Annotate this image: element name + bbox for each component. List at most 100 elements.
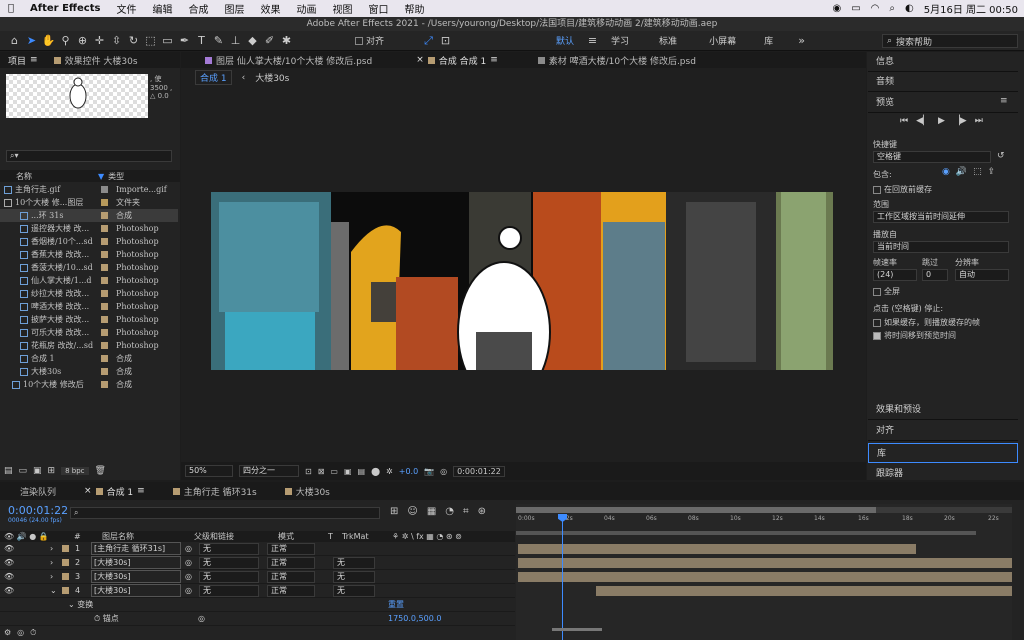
list-item[interactable]: 10个大楼 修改后 合成	[0, 378, 178, 391]
dolly-tool-icon[interactable]: ⇳	[108, 33, 125, 49]
col-type[interactable]: 类型	[108, 171, 124, 182]
mode-select[interactable]: 正常	[267, 542, 315, 555]
parent-select[interactable]: 无	[199, 556, 259, 569]
rectangle-tool-icon[interactable]: ▭	[159, 33, 176, 49]
project-search-input[interactable]: ⌕▾	[6, 150, 172, 162]
layer-name[interactable]: [大楼30s]	[91, 556, 181, 569]
battery-icon[interactable]: ▭	[851, 3, 860, 14]
library-panel[interactable]: 库	[868, 443, 1018, 463]
workspace-default[interactable]: 默认	[546, 34, 584, 47]
tracker-panel[interactable]: 跟踪器	[868, 464, 1018, 484]
anchor-row[interactable]: ⏱ 锚点 ◎ 1750.0,500.0	[0, 612, 515, 626]
tab-walk-loop[interactable]: 主角行走 循环31s	[165, 485, 265, 498]
col-name[interactable]: 名称	[0, 171, 98, 182]
table-row[interactable]: 👁 ⌄ 4 [大楼30s] ◎ 无 正常 无	[0, 584, 515, 598]
eye-icon[interactable]: 👁	[0, 558, 50, 567]
tab-render-queue[interactable]: 渲染队列	[12, 485, 64, 498]
skip-select[interactable]: 0	[922, 269, 948, 281]
tab-layer-viewer[interactable]: 图层 仙人掌大楼/10个大楼 修改后.psd	[197, 54, 380, 67]
play-from-select[interactable]: 当前时间	[873, 241, 1009, 253]
wechat-icon[interactable]: ◉	[832, 3, 841, 14]
exposure-value[interactable]: +0.0	[399, 467, 418, 476]
color-icon[interactable]: ⬤	[371, 467, 380, 476]
zoom-slider[interactable]	[552, 628, 602, 631]
tab-footage-viewer[interactable]: 素材 啤酒大楼/10个大楼 修改后.psd	[530, 54, 704, 67]
home-icon[interactable]: ⌂	[6, 33, 23, 49]
clock[interactable]: 5月16日 周二 00:50	[924, 1, 1018, 16]
roto-tool-icon[interactable]: ✐	[261, 33, 278, 49]
layer-name[interactable]: [大楼30s]	[91, 584, 181, 597]
snapshot-icon[interactable]: 📷	[424, 467, 434, 476]
draft-3d-icon[interactable]: ⊛	[478, 506, 486, 517]
list-item[interactable]: 合成 1 合成	[0, 352, 178, 365]
layer-bar[interactable]	[518, 558, 1012, 568]
align-panel[interactable]: 对齐	[868, 421, 1018, 441]
hand-tool-icon[interactable]: ✋	[40, 33, 57, 49]
breadcrumb-building[interactable]: 大楼30s	[255, 71, 289, 84]
workspace-learn[interactable]: 学习	[601, 34, 639, 47]
preview-panel-header[interactable]: 预览	[868, 93, 1018, 113]
interpret-footage-icon[interactable]: ▤	[4, 466, 13, 476]
list-item[interactable]: 香烟楼/10个...sd Photoshop	[0, 235, 178, 248]
parent-select[interactable]: 无	[199, 542, 259, 555]
list-item[interactable]: 香菠大楼/10...sd Photoshop	[0, 261, 178, 274]
anchor-link-icon[interactable]: ◎	[198, 614, 388, 623]
menu-edit[interactable]: 编辑	[144, 1, 180, 16]
workspace-library[interactable]: 库	[754, 34, 783, 47]
bpc-toggle[interactable]: 8 bpc	[61, 467, 89, 475]
layer-switches-icon[interactable]: ⚙	[4, 628, 11, 640]
motion-blur-icon[interactable]: ◔	[445, 506, 454, 517]
table-row[interactable]: 👁 › 1 [主角行走 循环31s] ◎ 无 正常	[0, 542, 515, 556]
trkmat-select[interactable]: 无	[333, 556, 375, 569]
prev-frame-icon[interactable]: ◀▏	[916, 116, 930, 126]
tab-project[interactable]: 项目 ≡	[0, 54, 46, 67]
wifi-icon[interactable]: ◠	[871, 3, 880, 14]
list-item[interactable]: 香蕉大楼 改改... Photoshop	[0, 248, 178, 261]
exposure-reset-icon[interactable]: ✲	[386, 467, 393, 476]
timeline-search-input[interactable]: ⌕	[70, 507, 380, 519]
control-center-icon[interactable]: ◐	[905, 3, 914, 14]
layer-name[interactable]: [主角行走 循环31s]	[91, 542, 181, 555]
menu-layer[interactable]: 图层	[216, 1, 252, 16]
zoom-select[interactable]: 50%	[185, 465, 233, 477]
graph-editor-icon[interactable]: ⌗	[463, 506, 469, 517]
col-layer-name[interactable]: 图层名称	[102, 531, 194, 542]
preview-menu-icon[interactable]: ≡	[1000, 96, 1008, 106]
move-time-option[interactable]: 将时间移到预览时间	[873, 330, 956, 341]
layer-bar[interactable]	[596, 586, 1012, 596]
expand-icon[interactable]: ›	[50, 544, 62, 553]
workspace-standard[interactable]: 标准	[649, 34, 687, 47]
menu-view[interactable]: 视图	[324, 1, 360, 16]
parent-select[interactable]: 无	[199, 584, 259, 597]
transform-label[interactable]: ⌄ 变换	[68, 599, 388, 610]
breadcrumb-comp1[interactable]: 合成 1	[195, 70, 232, 85]
work-area-range[interactable]	[516, 531, 976, 535]
tab-comp1[interactable]: × 合成 1 ≡	[76, 485, 153, 498]
first-frame-icon[interactable]: ⏮	[900, 116, 908, 126]
frame-blend-icon[interactable]: ▦	[427, 506, 436, 517]
reset-shortcut-icon[interactable]: ↺	[997, 151, 1005, 161]
new-folder-icon[interactable]: ▭	[19, 466, 28, 476]
collapse-icon[interactable]: ⌄	[50, 586, 62, 595]
tab-building30s[interactable]: 大楼30s	[277, 485, 338, 498]
snap-icon[interactable]: ⤢	[420, 33, 437, 49]
type-tool-icon[interactable]: T	[193, 33, 210, 49]
expand-icon[interactable]: ›	[50, 572, 62, 581]
transform-reset[interactable]: 重置	[388, 599, 404, 610]
next-frame-icon[interactable]: ▕▶	[953, 116, 967, 126]
menu-animation[interactable]: 动画	[288, 1, 324, 16]
tab-effect-controls[interactable]: 效果控件 大楼30s	[46, 54, 146, 67]
resolution-select[interactable]: 四分之一	[239, 465, 299, 477]
selection-tool-icon[interactable]: ➤	[23, 33, 40, 49]
composition-flowchart-icon[interactable]: ⊞	[390, 506, 398, 517]
time-graph[interactable]: 0:00s 02s 04s 06s 08s 10s 12s 14s 16s 18…	[516, 504, 1012, 640]
pickwhip-icon[interactable]: ◎	[185, 586, 199, 595]
new-comp-icon[interactable]: ▣	[33, 466, 42, 476]
list-item[interactable]: 遥控器大楼 改... Photoshop	[0, 222, 178, 235]
menu-window[interactable]: 窗口	[360, 1, 396, 16]
snap-options-icon[interactable]: ⊡	[437, 33, 454, 49]
overlay-toggle-icon[interactable]: ⬚	[973, 167, 982, 177]
shortcut-select[interactable]: 空格键	[873, 151, 991, 163]
eye-icon[interactable]: 👁	[0, 544, 50, 553]
col-trkmat[interactable]: TrkMat	[342, 532, 392, 541]
